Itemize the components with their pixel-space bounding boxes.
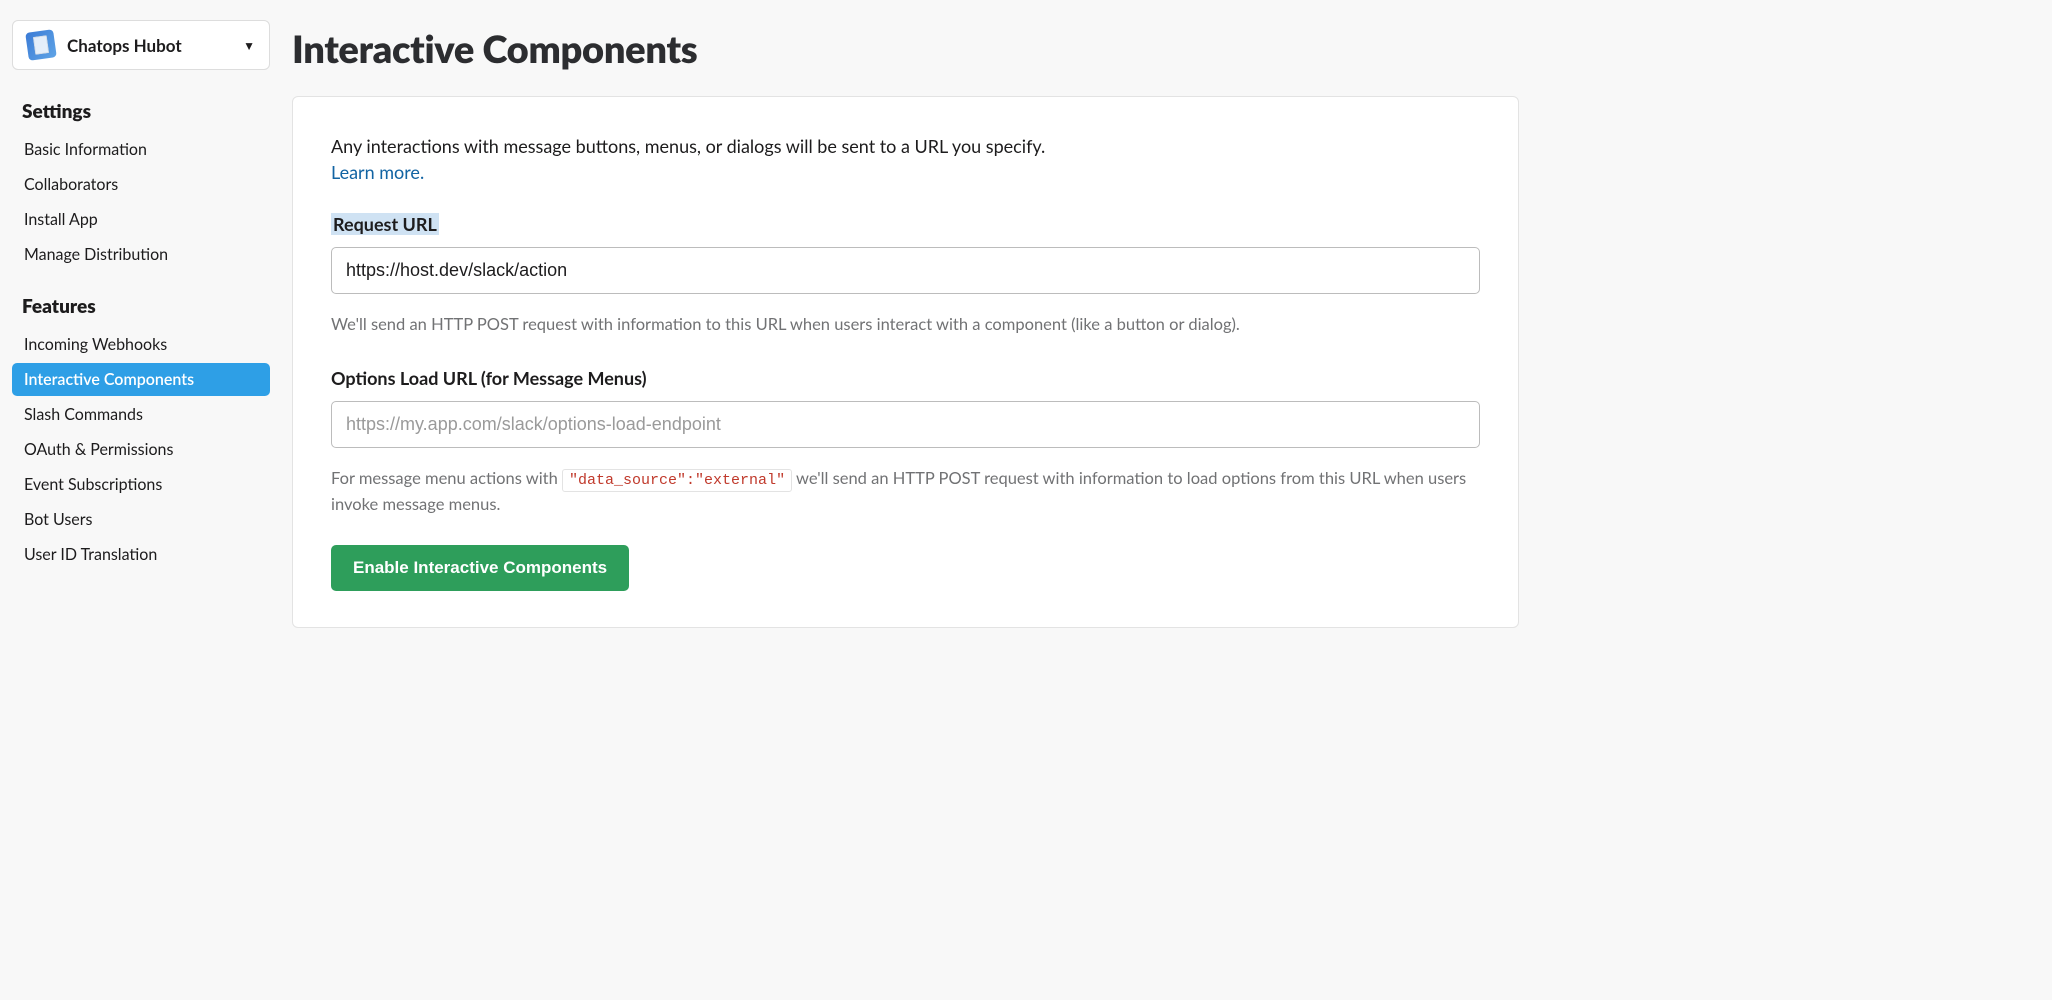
options-url-label: Options Load URL (for Message Menus) <box>331 367 647 389</box>
options-url-help: For message menu actions with "data_sour… <box>331 466 1480 517</box>
request-url-label: Request URL <box>331 213 439 235</box>
sidebar-item-incoming-webhooks[interactable]: Incoming Webhooks <box>12 328 270 361</box>
app-icon <box>25 29 57 61</box>
settings-heading: Settings <box>12 94 270 133</box>
sidebar-item-bot-users[interactable]: Bot Users <box>12 503 270 536</box>
code-snippet: "data_source":"external" <box>562 469 792 492</box>
main-content: Interactive Components Any interactions … <box>292 20 1539 628</box>
sidebar-item-user-id-translation[interactable]: User ID Translation <box>12 538 270 571</box>
sidebar-item-interactive-components[interactable]: Interactive Components <box>12 363 270 396</box>
options-help-prefix: For message menu actions with <box>331 468 562 488</box>
sidebar-item-oauth-permissions[interactable]: OAuth & Permissions <box>12 433 270 466</box>
options-url-input[interactable] <box>331 401 1480 448</box>
chevron-down-icon: ▼ <box>243 38 255 53</box>
app-name: Chatops Hubot <box>67 35 231 56</box>
sidebar-item-manage-distribution[interactable]: Manage Distribution <box>12 238 270 271</box>
page-title: Interactive Components <box>292 26 1519 72</box>
sidebar-item-event-subscriptions[interactable]: Event Subscriptions <box>12 468 270 501</box>
intro-text: Any interactions with message buttons, m… <box>331 133 1480 159</box>
sidebar-item-collaborators[interactable]: Collaborators <box>12 168 270 201</box>
app-selector[interactable]: Chatops Hubot ▼ <box>12 20 270 70</box>
sidebar-item-install-app[interactable]: Install App <box>12 203 270 236</box>
enable-button[interactable]: Enable Interactive Components <box>331 545 629 591</box>
sidebar: Chatops Hubot ▼ Settings Basic Informati… <box>12 20 270 628</box>
features-heading: Features <box>12 289 270 328</box>
request-url-input[interactable] <box>331 247 1480 294</box>
sidebar-item-basic-information[interactable]: Basic Information <box>12 133 270 166</box>
learn-more-link[interactable]: Learn more. <box>331 161 424 183</box>
request-url-help: We'll send an HTTP POST request with inf… <box>331 312 1480 337</box>
sidebar-item-slash-commands[interactable]: Slash Commands <box>12 398 270 431</box>
settings-panel: Any interactions with message buttons, m… <box>292 96 1519 628</box>
